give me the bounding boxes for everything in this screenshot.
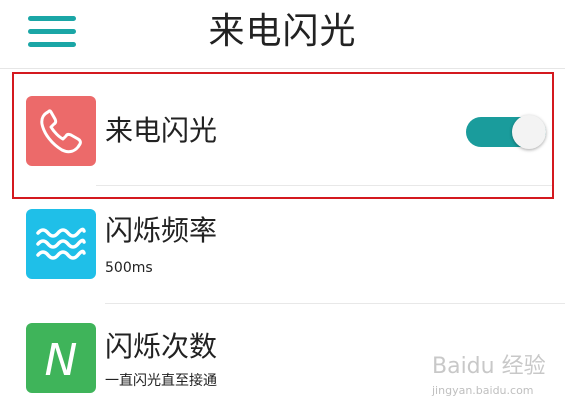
letter-n-icon: N	[26, 323, 96, 393]
setting-row-call-flash[interactable]: 来电闪光	[0, 72, 565, 200]
row-divider	[96, 185, 553, 186]
row-value-flash-count: 一直闪光直至接通	[105, 373, 217, 389]
row-value-flash-frequency: 500ms	[105, 260, 153, 276]
app-header: 来电闪光	[0, 0, 565, 69]
toggle-knob	[512, 115, 546, 149]
row-label-flash-count: 闪烁次数	[105, 330, 218, 363]
row-label-flash-frequency: 闪烁频率	[105, 214, 218, 247]
setting-row-flash-count[interactable]: N 闪烁次数 一直闪光直至接通	[0, 304, 565, 407]
setting-row-flash-frequency[interactable]: 闪烁频率 500ms	[0, 200, 565, 304]
waves-icon	[26, 209, 96, 279]
call-flash-toggle[interactable]	[466, 115, 546, 149]
row-label-call-flash: 来电闪光	[105, 114, 218, 147]
page-title: 来电闪光	[208, 11, 357, 52]
phone-handset-icon	[26, 96, 96, 166]
letter-n-glyph: N	[45, 335, 78, 386]
